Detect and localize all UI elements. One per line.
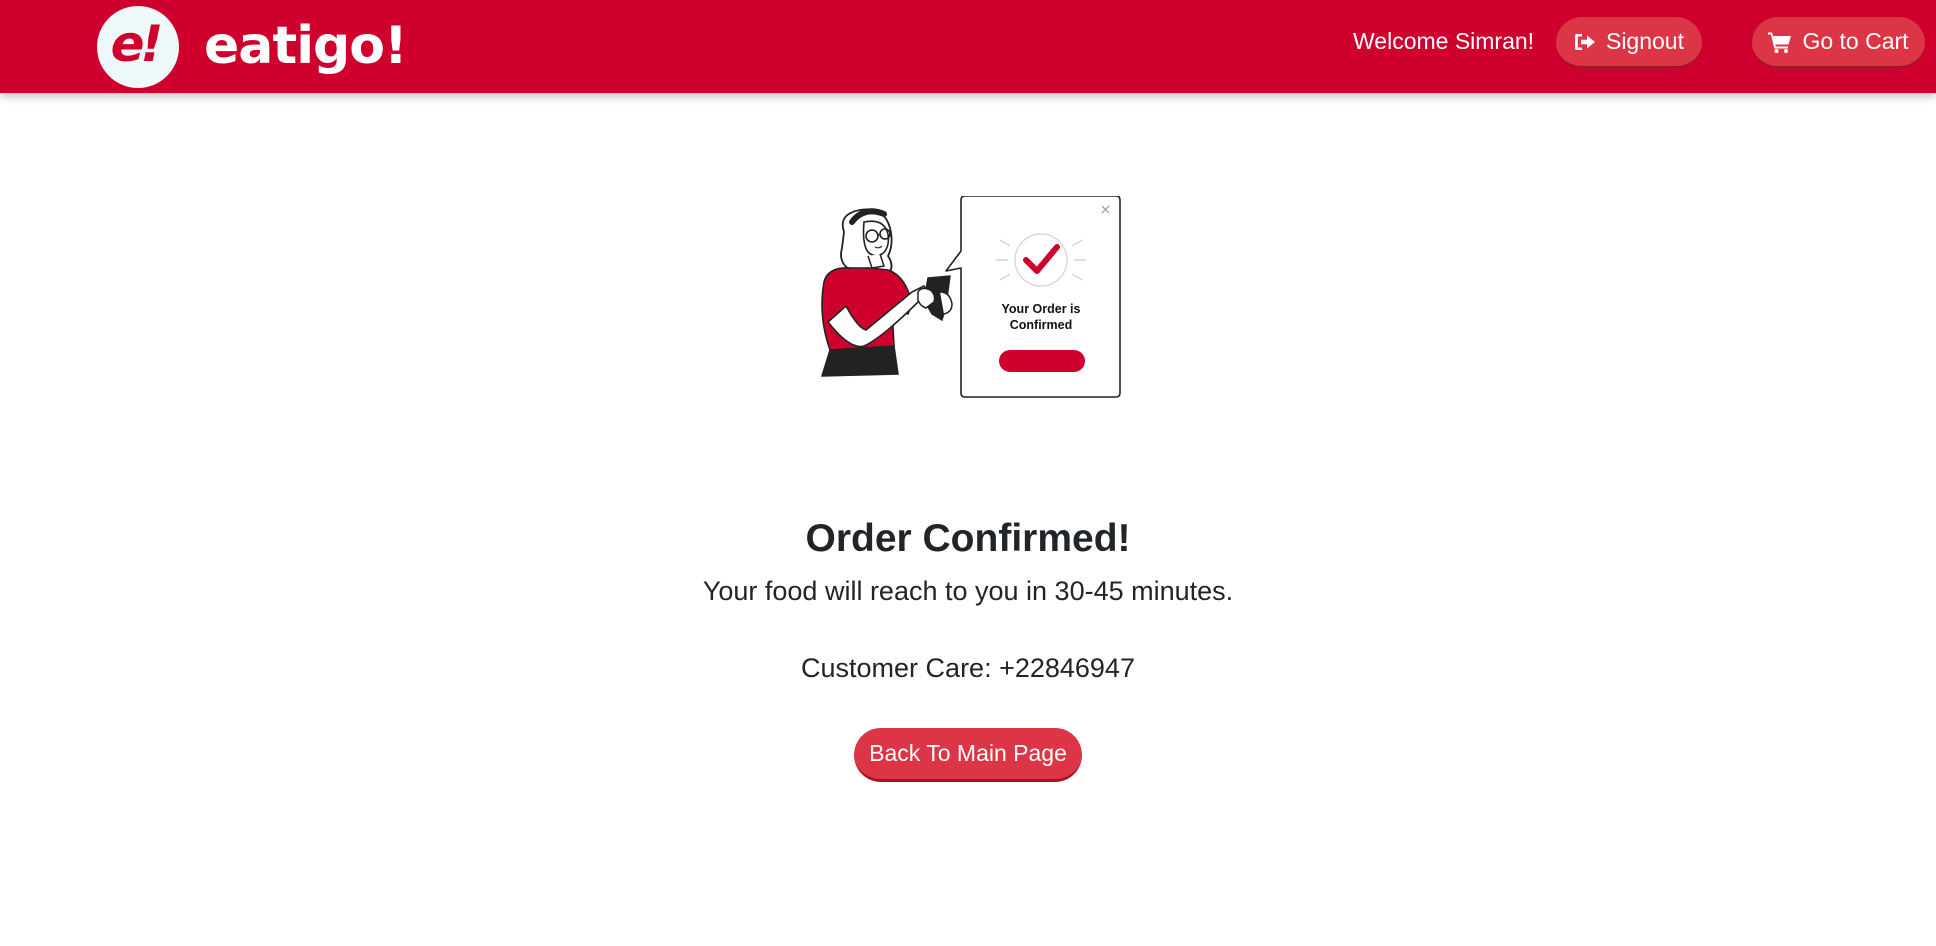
signout-button[interactable]: Signout: [1556, 17, 1702, 69]
card-title-line1: Your Order is: [1002, 302, 1081, 316]
brand-logo[interactable]: e!: [97, 6, 179, 88]
woman-figure: [820, 208, 953, 377]
welcome-message: Welcome Simran!: [1353, 28, 1535, 54]
go-to-cart-button[interactable]: Go to Cart: [1752, 17, 1925, 69]
customer-care-info: Customer Care: +22846947: [801, 653, 1135, 683]
card-button: [999, 350, 1085, 372]
order-confirmed-illustration: Your Order is Confirmed: [808, 195, 1128, 424]
back-to-main-page-button[interactable]: Back To Main Page: [854, 728, 1082, 782]
card-title-line2: Confirmed: [1010, 318, 1073, 332]
delivery-message: Your food will reach to you in 30-45 min…: [702, 576, 1234, 606]
illustration-graphic: Your Order is Confirmed: [820, 195, 1121, 398]
top-navbar: e! eatigo! Welcome Simran! Signout Go to…: [0, 0, 1936, 93]
brand-name[interactable]: eatigo!: [204, 14, 408, 78]
check-circle: [1014, 233, 1068, 287]
sign-out-icon: [1574, 32, 1596, 52]
back-button-label: Back To Main Page: [869, 740, 1067, 766]
shopping-cart-icon: [1768, 31, 1792, 53]
cart-label: Go to Cart: [1802, 28, 1909, 54]
page-title: Order Confirmed!: [805, 517, 1131, 560]
logo-mark: e!: [110, 15, 164, 73]
signout-label: Signout: [1605, 28, 1684, 54]
